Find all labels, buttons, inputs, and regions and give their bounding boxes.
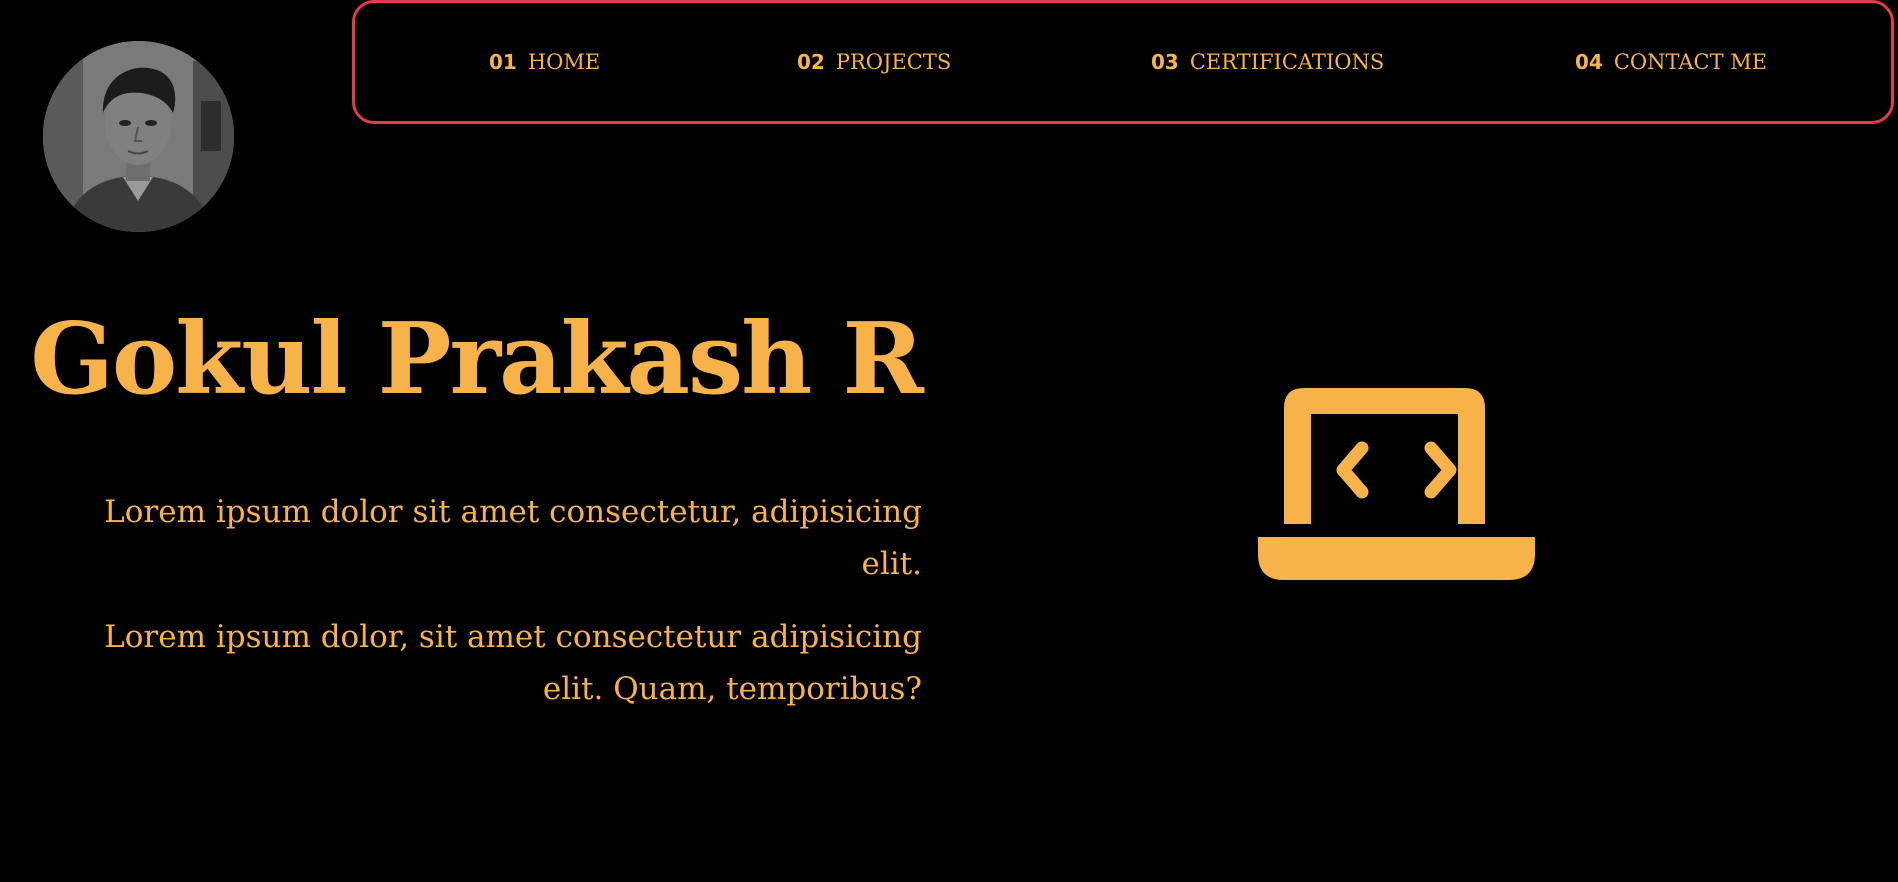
nav-item-number: 03: [1151, 50, 1179, 74]
hero-paragraph-1: Lorem ipsum dolor sit amet consectetur, …: [104, 494, 922, 582]
nav-item-home[interactable]: 01 HOME: [489, 47, 600, 77]
nav-item-label: CERTIFICATIONS: [1189, 50, 1385, 74]
nav-item-number: 01: [489, 50, 517, 74]
nav-item-certifications[interactable]: 03 CERTIFICATIONS: [1151, 47, 1384, 77]
nav-item-number: 02: [797, 50, 825, 74]
nav-item-contact-me[interactable]: 04 CONTACT ME: [1575, 47, 1767, 77]
hero-paragraph-2: Lorem ipsum dolor, sit amet consectetur …: [104, 619, 922, 707]
laptop-code-icon: [1258, 388, 1535, 580]
profile-photo: [43, 41, 234, 232]
avatar: [43, 41, 234, 232]
nav-item-projects[interactable]: 02 PROJECTS: [797, 47, 951, 77]
nav-item-label: HOME: [527, 50, 601, 74]
nav-item-label: CONTACT ME: [1613, 50, 1768, 74]
hero-title: Gokul Prakash R: [30, 302, 924, 417]
nav-item-number: 04: [1575, 50, 1603, 74]
nav-item-label: PROJECTS: [835, 50, 952, 74]
